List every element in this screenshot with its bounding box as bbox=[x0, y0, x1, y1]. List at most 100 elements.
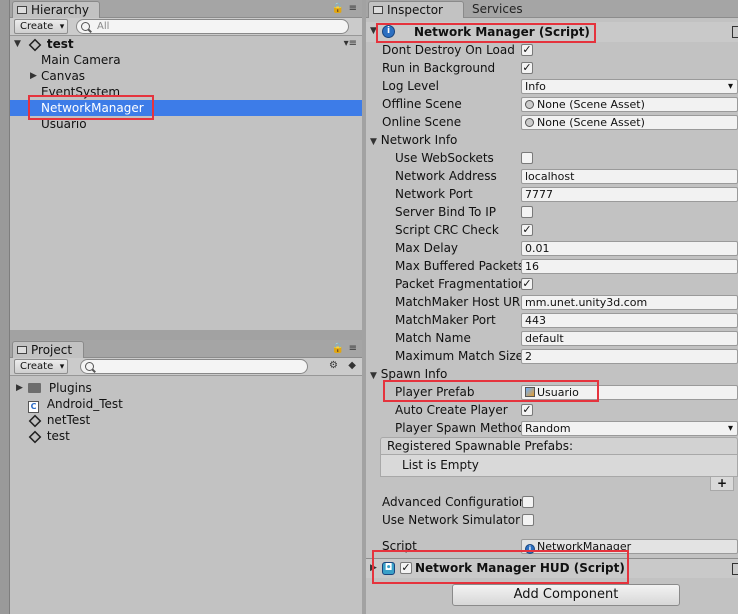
offline-scene-label: Offline Scene bbox=[382, 97, 462, 111]
advanced-config-checkbox[interactable] bbox=[522, 496, 534, 508]
component-settings-icon[interactable] bbox=[732, 26, 738, 38]
project-item-plugins[interactable]: ▶ Plugins bbox=[10, 380, 362, 396]
packet-fragmentation-label: Packet Fragmentation bbox=[395, 277, 526, 291]
panel-menu-icon[interactable]: ≡ bbox=[349, 3, 357, 14]
project-item-nettest[interactable]: netTest bbox=[10, 412, 362, 428]
project-tab-label: Project bbox=[31, 343, 73, 357]
script-crc-checkbox[interactable]: ✓ bbox=[521, 224, 533, 236]
expand-arrow-icon[interactable]: ▶ bbox=[30, 68, 37, 84]
project-create-button[interactable]: Create bbox=[14, 359, 69, 374]
scene-row[interactable]: ▼ test ▾≡ bbox=[10, 36, 362, 52]
hierarchy-item-usuario[interactable]: Usuario bbox=[10, 116, 362, 132]
player-prefab-field[interactable]: Usuario bbox=[521, 385, 738, 400]
expand-arrow-icon[interactable]: ▶ bbox=[370, 563, 377, 573]
spawn-info-label: Spawn Info bbox=[380, 367, 448, 381]
matchmaker-host-input[interactable]: mm.unet.unity3d.com bbox=[521, 295, 738, 310]
expand-arrow-icon[interactable]: ▼ bbox=[14, 36, 21, 52]
object-field-icon bbox=[525, 118, 534, 127]
auto-create-label: Auto Create Player bbox=[395, 403, 508, 417]
hud-enabled-checkbox[interactable]: ✓ bbox=[400, 562, 412, 574]
left-edge-strip bbox=[0, 0, 10, 614]
prefab-icon bbox=[525, 387, 535, 397]
script-icon: i bbox=[525, 544, 535, 554]
project-panel: Project 🔒 ≡ Create ⚙ ◆ ▶ Plugins C Andro… bbox=[10, 340, 362, 614]
server-bind-checkbox[interactable] bbox=[521, 206, 533, 218]
packet-fragmentation-checkbox[interactable]: ✓ bbox=[521, 278, 533, 290]
hierarchy-item-label: Canvas bbox=[41, 69, 86, 83]
hierarchy-search-input[interactable]: All bbox=[76, 19, 349, 34]
matchmaker-port-input[interactable]: 443 bbox=[521, 313, 738, 328]
max-match-size-input[interactable]: 2 bbox=[521, 349, 738, 364]
services-tab-label: Services bbox=[472, 2, 523, 16]
tab-project[interactable]: Project bbox=[12, 341, 84, 358]
max-delay-label: Max Delay bbox=[395, 241, 459, 255]
project-item-android-test[interactable]: C Android_Test bbox=[10, 396, 362, 413]
tab-inspector[interactable]: Inspector bbox=[368, 1, 464, 18]
run-in-background-checkbox[interactable]: ✓ bbox=[521, 62, 533, 74]
auto-create-checkbox[interactable]: ✓ bbox=[521, 404, 533, 416]
tab-services[interactable]: Services bbox=[466, 1, 529, 18]
hierarchy-search-placeholder: All bbox=[97, 21, 110, 32]
network-info-label: Network Info bbox=[380, 133, 458, 147]
add-prefab-button[interactable]: + bbox=[710, 477, 734, 491]
collapse-arrow-icon[interactable]: ▼ bbox=[370, 26, 377, 36]
search-icon bbox=[85, 362, 94, 371]
scene-menu-icon[interactable]: ▾≡ bbox=[344, 36, 357, 52]
project-toolbar: Create ⚙ ◆ bbox=[10, 358, 362, 376]
spawn-info-foldout[interactable]: ▼ Spawn Info bbox=[370, 365, 447, 383]
panel-menu-icon[interactable]: ≡ bbox=[349, 343, 357, 354]
expand-arrow-icon[interactable]: ▶ bbox=[16, 380, 23, 396]
online-scene-value: None (Scene Asset) bbox=[537, 116, 645, 129]
hierarchy-item-label: EventSystem bbox=[41, 85, 121, 99]
player-spawn-method-label: Player Spawn Method bbox=[395, 421, 525, 435]
tab-hierarchy[interactable]: Hierarchy bbox=[12, 1, 100, 18]
use-network-simulator-checkbox[interactable] bbox=[522, 514, 534, 526]
max-buffered-input[interactable]: 16 bbox=[521, 259, 738, 274]
collapse-arrow-icon[interactable]: ▼ bbox=[370, 371, 377, 381]
script-field: i NetworkManager bbox=[521, 539, 738, 554]
filter-by-type-icon[interactable]: ⚙ bbox=[329, 360, 338, 371]
component-settings-icon[interactable] bbox=[732, 563, 738, 575]
lock-icon[interactable]: 🔒 bbox=[332, 343, 344, 354]
max-delay-input[interactable]: 0.01 bbox=[521, 241, 738, 256]
list-empty-label: List is Empty bbox=[402, 458, 479, 472]
player-spawn-method-value: Random bbox=[525, 422, 571, 435]
hierarchy-item-eventsystem[interactable]: EventSystem bbox=[10, 84, 362, 100]
hierarchy-toolbar: Create All bbox=[10, 18, 362, 36]
use-network-simulator-label: Use Network Simulator bbox=[382, 513, 521, 527]
matchmaker-host-label: MatchMaker Host URI bbox=[395, 295, 524, 309]
dont-destroy-checkbox[interactable]: ✓ bbox=[521, 44, 533, 56]
network-port-input[interactable]: 7777 bbox=[521, 187, 738, 202]
network-manager-hud-header[interactable]: ▶ ◘ ✓ Network Manager HUD (Script) bbox=[366, 558, 738, 578]
online-scene-field[interactable]: None (Scene Asset) bbox=[521, 115, 738, 130]
unity-scene-icon bbox=[28, 38, 39, 49]
hierarchy-create-button[interactable]: Create bbox=[14, 19, 69, 34]
add-component-button[interactable]: Add Component bbox=[452, 584, 680, 606]
player-spawn-method-dropdown[interactable]: Random bbox=[521, 421, 738, 436]
script-crc-label: Script CRC Check bbox=[395, 223, 499, 237]
offline-scene-field[interactable]: None (Scene Asset) bbox=[521, 97, 738, 112]
project-item-test[interactable]: test bbox=[10, 428, 362, 444]
filter-by-label-icon[interactable]: ◆ bbox=[348, 360, 356, 371]
collapse-arrow-icon[interactable]: ▼ bbox=[370, 137, 377, 147]
player-prefab-value: Usuario bbox=[537, 386, 579, 399]
hierarchy-item-networkmanager[interactable]: NetworkManager bbox=[10, 100, 362, 116]
network-info-foldout[interactable]: ▼ Network Info bbox=[370, 131, 457, 149]
log-level-dropdown[interactable]: Info bbox=[521, 79, 738, 94]
lock-icon[interactable]: 🔒 bbox=[332, 3, 344, 14]
hierarchy-item-label: NetworkManager bbox=[41, 101, 144, 115]
project-search-input[interactable] bbox=[80, 359, 308, 374]
unity-scene-icon bbox=[28, 430, 39, 441]
matchmaker-port-label: MatchMaker Port bbox=[395, 313, 496, 327]
match-name-input[interactable]: default bbox=[521, 331, 738, 346]
max-buffered-label: Max Buffered Packets bbox=[395, 259, 525, 273]
hierarchy-item-canvas[interactable]: ▶ Canvas bbox=[10, 68, 362, 84]
component-title: Network Manager (Script) bbox=[414, 25, 590, 39]
network-manager-component-header[interactable]: ▼ i Network Manager (Script) bbox=[366, 22, 738, 42]
script-component-icon: i bbox=[382, 25, 395, 38]
use-websockets-checkbox[interactable] bbox=[521, 152, 533, 164]
inspector-tab-label: Inspector bbox=[387, 3, 443, 17]
hierarchy-item-main-camera[interactable]: Main Camera bbox=[10, 52, 362, 68]
script-value: NetworkManager bbox=[537, 540, 632, 553]
network-address-input[interactable]: localhost bbox=[521, 169, 738, 184]
